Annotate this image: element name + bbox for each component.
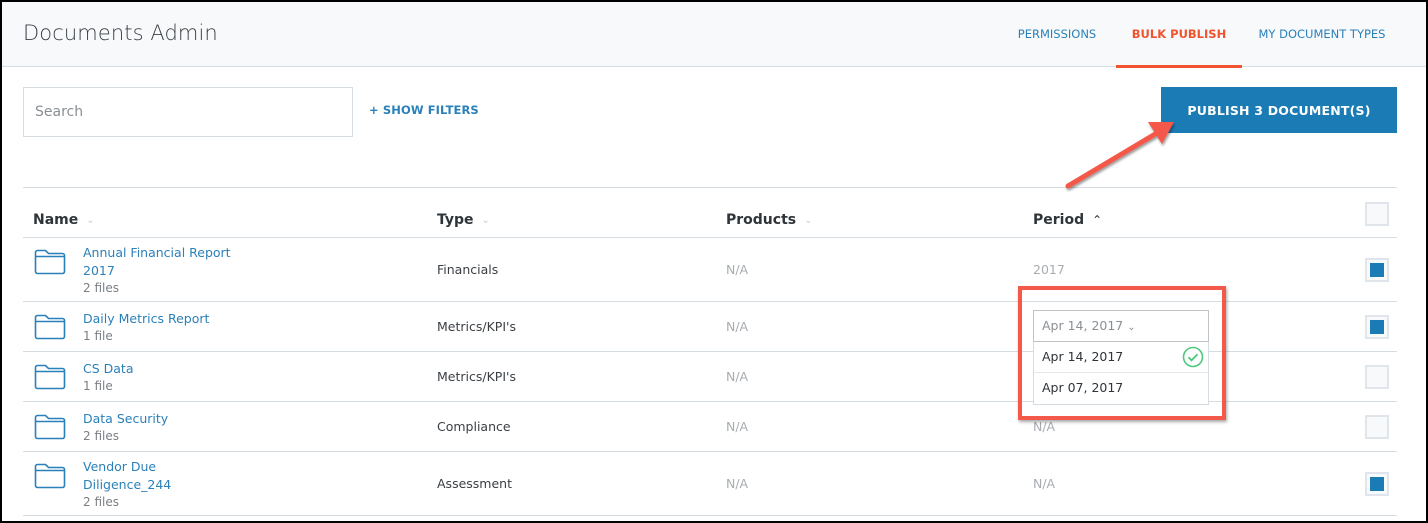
file-count: 1 file — [83, 379, 113, 393]
document-name-line: 2017 — [83, 263, 115, 278]
check-circle-icon — [1182, 346, 1204, 368]
row-checkbox[interactable] — [1365, 472, 1389, 496]
sort-chevron-up-icon: ⌃ — [1092, 213, 1103, 227]
folder-icon — [34, 364, 66, 390]
table-header: Name ⌄ Type ⌄ Products ⌄ Period ⌃ — [23, 187, 1397, 238]
tab-bulk-publish[interactable]: BULK PUBLISH — [1116, 2, 1242, 68]
document-name-block: CS Data 1 file — [83, 360, 133, 394]
document-name-block: Vendor Due Diligence_244 2 files — [83, 458, 171, 510]
app-window: Documents Admin PERMISSIONS BULK PUBLISH… — [2, 2, 1426, 521]
products-cell: N/A — [726, 262, 749, 277]
table-row: Vendor Due Diligence_244 2 files Assessm… — [23, 452, 1397, 516]
column-header-period[interactable]: Period ⌃ — [1033, 212, 1102, 228]
period-select-value: Apr 14, 2017 — [1042, 318, 1124, 333]
sort-chevron-down-icon: ⌄ — [86, 214, 95, 226]
period-cell: 2017 — [1033, 262, 1065, 277]
column-label: Name — [33, 212, 79, 228]
type-cell: Metrics/KPI's — [437, 369, 516, 384]
documents-table: Name ⌄ Type ⌄ Products ⌄ Period ⌃ Annual… — [23, 187, 1397, 516]
products-cell: N/A — [726, 369, 749, 384]
sort-chevron-down-icon: ⌄ — [804, 214, 813, 226]
document-name-line: Vendor Due — [83, 459, 157, 474]
table-row: Data Security 2 files Compliance N/A N/A — [23, 402, 1397, 452]
column-label: Products — [726, 212, 797, 228]
products-cell: N/A — [726, 419, 749, 434]
document-name-line: Diligence_244 — [83, 477, 172, 492]
row-checkbox[interactable] — [1365, 315, 1389, 339]
type-cell: Financials — [437, 262, 499, 277]
period-dropdown-menu: Apr 14, 2017 Apr 07, 2017 — [1033, 342, 1209, 405]
period-option[interactable]: Apr 14, 2017 — [1034, 342, 1208, 373]
period-option[interactable]: Apr 07, 2017 — [1034, 373, 1208, 404]
row-checkbox[interactable] — [1365, 258, 1389, 282]
column-header-name[interactable]: Name ⌄ — [33, 212, 95, 228]
top-bar: Documents Admin PERMISSIONS BULK PUBLISH… — [2, 2, 1426, 68]
chevron-down-icon: ⌄ — [1127, 322, 1136, 333]
period-select[interactable]: Apr 14, 2017 ⌄ — [1033, 310, 1209, 342]
file-count: 2 files — [83, 429, 119, 443]
period-cell: N/A — [1033, 419, 1056, 434]
document-name-link[interactable]: Daily Metrics Report — [83, 310, 209, 328]
column-label: Period — [1033, 212, 1085, 228]
document-name-block: Data Security 2 files — [83, 410, 168, 444]
period-option-label: Apr 07, 2017 — [1042, 380, 1124, 395]
document-name-block: Daily Metrics Report 1 file — [83, 310, 209, 344]
publish-documents-button[interactable]: PUBLISH 3 DOCUMENT(S) — [1161, 87, 1397, 133]
folder-icon — [34, 249, 66, 275]
search-input[interactable] — [23, 87, 353, 137]
document-name-link[interactable]: Vendor Due Diligence_244 — [83, 458, 171, 494]
row-checkbox[interactable] — [1365, 365, 1389, 389]
column-header-type[interactable]: Type ⌄ — [437, 212, 490, 228]
tab-my-document-types[interactable]: MY DOCUMENT TYPES — [1252, 2, 1392, 67]
folder-icon — [34, 414, 66, 440]
page-title: Documents Admin — [23, 21, 218, 45]
file-count: 1 file — [83, 329, 113, 343]
period-cell: N/A — [1033, 476, 1056, 491]
file-count: 2 files — [83, 495, 119, 509]
tab-permissions[interactable]: PERMISSIONS — [1007, 2, 1107, 67]
column-header-products[interactable]: Products ⌄ — [726, 212, 813, 228]
type-cell: Compliance — [437, 419, 511, 434]
row-checkbox[interactable] — [1365, 415, 1389, 439]
type-cell: Metrics/KPI's — [437, 319, 516, 334]
period-option-label: Apr 14, 2017 — [1042, 349, 1124, 364]
sort-chevron-down-icon: ⌄ — [481, 214, 490, 226]
document-name-link[interactable]: Annual Financial Report 2017 — [83, 244, 231, 280]
document-name-link[interactable]: CS Data — [83, 360, 133, 378]
document-name-block: Annual Financial Report 2017 2 files — [83, 244, 231, 296]
folder-icon — [34, 314, 66, 340]
products-cell: N/A — [726, 319, 749, 334]
table-row: Daily Metrics Report 1 file Metrics/KPI'… — [23, 302, 1397, 405]
folder-icon — [34, 463, 66, 489]
document-name-line: Annual Financial Report — [83, 245, 231, 260]
select-all-checkbox[interactable] — [1365, 202, 1389, 226]
table-row: Annual Financial Report 2017 2 files Fin… — [23, 238, 1397, 302]
file-count: 2 files — [83, 281, 119, 295]
type-cell: Assessment — [437, 476, 512, 491]
products-cell: N/A — [726, 476, 749, 491]
document-name-link[interactable]: Data Security — [83, 410, 168, 428]
column-label: Type — [437, 212, 474, 228]
show-filters-link[interactable]: + SHOW FILTERS — [369, 103, 479, 117]
